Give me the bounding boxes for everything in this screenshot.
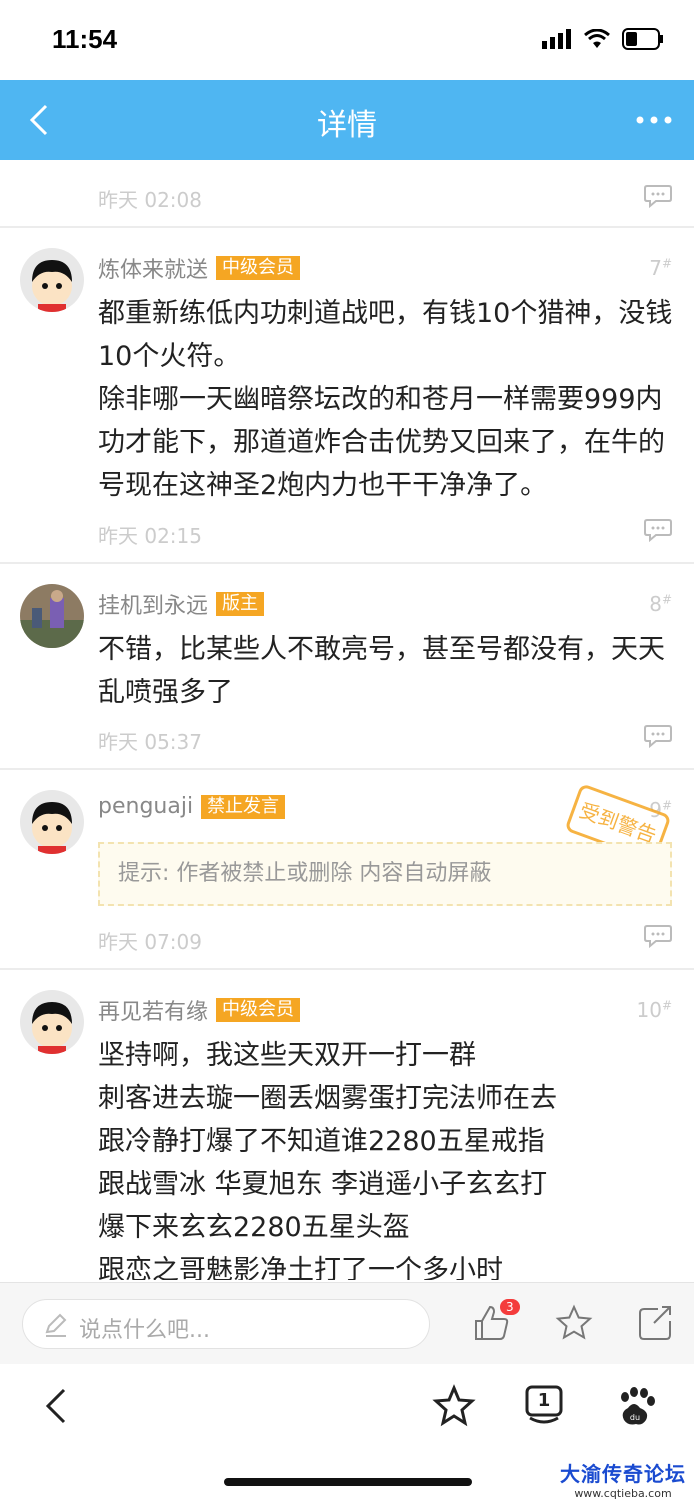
- like-count-badge: 3: [500, 1299, 520, 1315]
- wifi-icon: [584, 29, 610, 48]
- tabs-count: 1: [537, 1390, 551, 1411]
- reply-icon[interactable]: [644, 184, 672, 208]
- username[interactable]: 再见若有缘: [98, 994, 208, 1026]
- status-time: 11:54: [52, 24, 118, 54]
- post-time: 昨天 02:15: [98, 524, 202, 548]
- signal-icon: [542, 29, 571, 49]
- status-badge: 中级会员: [216, 998, 301, 1022]
- post-author: 炼体来就送 中级会员: [98, 252, 301, 284]
- battery-icon: [622, 28, 663, 50]
- username[interactable]: penguaji: [98, 794, 193, 819]
- username[interactable]: 炼体来就送: [98, 252, 208, 284]
- back-icon[interactable]: [36, 1384, 80, 1428]
- post-time: 昨天 07:09: [98, 930, 202, 954]
- reply-placeholder: 说点什么吧...: [79, 1318, 210, 1343]
- post-time: 昨天 05:37: [98, 730, 202, 754]
- floor-number: 7#: [649, 256, 672, 280]
- more-icon[interactable]: [634, 102, 674, 138]
- share-icon[interactable]: [636, 1303, 676, 1343]
- reply-icon[interactable]: [644, 924, 672, 948]
- status-badge: 禁止发言: [201, 794, 286, 819]
- post-content: 不错，比某些人不敢亮号，甚至号都没有，天天乱喷强多了: [98, 634, 665, 708]
- watermark-title: 大渝传奇论坛: [560, 1462, 686, 1486]
- page-title: 详情: [317, 108, 377, 143]
- avatar[interactable]: [20, 248, 84, 312]
- status-badge: 中级会员: [216, 256, 301, 280]
- post-time: 昨天 02:08: [98, 188, 202, 212]
- avatar[interactable]: [20, 584, 84, 648]
- avatar[interactable]: [20, 990, 84, 1054]
- pencil-icon: [45, 1313, 67, 1337]
- tabs-button[interactable]: 1: [522, 1384, 566, 1428]
- reply-icon[interactable]: [644, 724, 672, 748]
- floor-number: 10#: [636, 998, 672, 1022]
- post-content: 都重新练低内功刺道战吧，有钱10个猎神，没钱10个火符。 除非哪一天幽暗祭坛改的…: [98, 298, 673, 501]
- post-content: 坚持啊，我这些天双开一打一群 刺客进去璇一圈丢烟雾蛋打完法师在去 跟冷静打爆了不…: [98, 1040, 557, 1280]
- svg-text:du: du: [630, 1413, 640, 1422]
- list-item: 昨天 02:08: [0, 160, 694, 228]
- watermark-url: www.cqtieba.com: [574, 1487, 672, 1500]
- post-author: 挂机到永远 版主: [98, 588, 265, 620]
- baidu-paw-icon[interactable]: du: [614, 1384, 658, 1428]
- reply-feed: 昨天 02:08 炼体来就送 中级会员 7# 都重新练低内功刺道战吧，有钱10个…: [0, 160, 694, 1280]
- avatar[interactable]: [20, 790, 84, 854]
- list-item: 再见若有缘 中级会员 10# 坚持啊，我这些天双开一打一群 刺客进去璇一圈丢烟雾…: [0, 970, 694, 1280]
- list-item: 挂机到永远 版主 8# 不错，比某些人不敢亮号，甚至号都没有，天天乱喷强多了 昨…: [0, 564, 694, 770]
- post-author: 再见若有缘 中级会员: [98, 994, 301, 1026]
- status-badge: 版主: [216, 592, 265, 616]
- home-indicator[interactable]: [224, 1478, 472, 1486]
- status-icons: [542, 28, 664, 50]
- username[interactable]: 挂机到永远: [98, 588, 208, 620]
- reply-icon[interactable]: [644, 518, 672, 542]
- list-item: penguaji 禁止发言 9# 受到警告 提示: 作者被禁止或删除 内容自动屏…: [0, 770, 694, 970]
- floor-number: 8#: [649, 592, 672, 616]
- list-item: 炼体来就送 中级会员 7# 都重新练低内功刺道战吧，有钱10个猎神，没钱10个火…: [0, 228, 694, 564]
- reply-bar: 说点什么吧... 3: [0, 1282, 694, 1364]
- star-icon[interactable]: [554, 1303, 594, 1343]
- nav-bar: 详情: [0, 80, 694, 160]
- watermark-logo: 大渝传奇论坛 www.cqtieba.com: [560, 1458, 686, 1500]
- blocked-notice: 提示: 作者被禁止或删除 内容自动屏蔽: [98, 842, 672, 906]
- status-bar: 11:54: [0, 0, 694, 80]
- bookmark-star-icon[interactable]: [432, 1384, 476, 1428]
- reply-input[interactable]: 说点什么吧...: [22, 1299, 430, 1349]
- post-author: penguaji 禁止发言: [98, 794, 286, 819]
